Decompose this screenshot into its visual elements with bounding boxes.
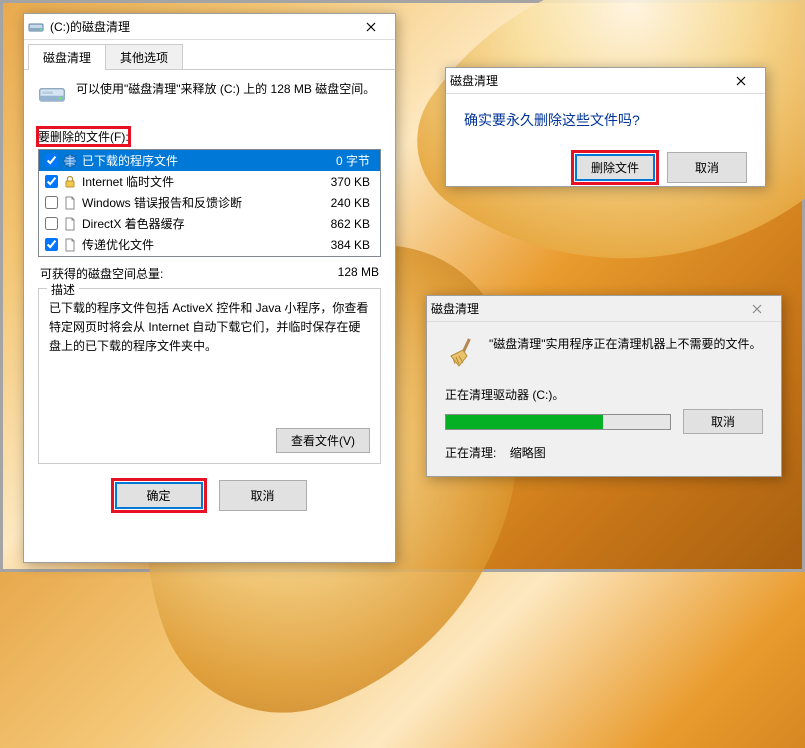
dialog-title: 磁盘清理 (431, 300, 737, 317)
drive-icon-small (28, 19, 44, 35)
file-icon (63, 196, 77, 210)
file-item[interactable]: 已下载的程序文件 0 字节 (39, 150, 380, 171)
file-label: Internet 临时文件 (82, 173, 326, 190)
file-checkbox[interactable] (45, 196, 58, 209)
file-icon (63, 217, 77, 231)
description-legend: 描述 (47, 281, 79, 298)
description-text: 已下载的程序文件包括 ActiveX 控件和 Java 小程序，你查看特定网页时… (49, 299, 370, 357)
titlebar: 磁盘清理 (427, 296, 781, 322)
titlebar: (C:)的磁盘清理 (24, 14, 395, 40)
file-size: 862 KB (331, 217, 374, 231)
description-group: 描述 已下载的程序文件包括 ActiveX 控件和 Java 小程序，你查看特定… (38, 288, 381, 464)
file-checkbox[interactable] (45, 154, 58, 167)
delete-files-button[interactable]: 删除文件 (575, 154, 655, 181)
progress-dialog: 磁盘清理 "磁盘清理"实用程序正在清理机器上不需要的文件。 正在清理驱动器 (C… (426, 295, 782, 477)
file-label: DirectX 着色器缓存 (82, 215, 326, 232)
file-label: 已下载的程序文件 (82, 152, 331, 169)
file-label: Windows 错误报告和反馈诊断 (82, 194, 326, 211)
window-title: (C:)的磁盘清理 (50, 18, 351, 35)
close-icon (752, 304, 762, 314)
status-prefix: 正在清理: (445, 446, 496, 460)
broom-icon (445, 336, 477, 368)
progress-bar (445, 414, 671, 430)
file-size: 240 KB (331, 196, 374, 210)
file-checkbox[interactable] (45, 217, 58, 230)
view-files-button[interactable]: 查看文件(V) (276, 428, 370, 453)
file-size: 384 KB (331, 238, 374, 252)
file-checkbox[interactable] (45, 175, 58, 188)
cancel-button[interactable]: 取消 (667, 152, 747, 183)
file-label: 传递优化文件 (82, 236, 326, 253)
cancel-button[interactable]: 取消 (683, 409, 763, 434)
progress-message: "磁盘清理"实用程序正在清理机器上不需要的文件。 (489, 336, 762, 353)
close-button[interactable] (737, 297, 777, 321)
total-label: 可获得的磁盘空间总量: (40, 265, 163, 282)
file-item[interactable]: DirectX 着色器缓存 862 KB (39, 213, 380, 234)
disk-cleanup-window: (C:)的磁盘清理 磁盘清理 其他选项 可以使用"磁盘清理"来释放 (C:) 上… (23, 13, 396, 563)
file-item[interactable]: Internet 临时文件 370 KB (39, 171, 380, 192)
close-icon (736, 76, 746, 86)
tab-row: 磁盘清理 其他选项 (24, 40, 395, 70)
lock-icon (63, 175, 77, 189)
close-icon (366, 22, 376, 32)
file-item[interactable]: Windows 错误报告和反馈诊断 240 KB (39, 192, 380, 213)
titlebar: 磁盘清理 (446, 68, 765, 94)
ok-button[interactable]: 确定 (115, 482, 203, 509)
file-icon (63, 238, 77, 252)
info-text: 可以使用"磁盘清理"来释放 (C:) 上的 128 MB 磁盘空间。 (76, 80, 375, 98)
tab-other-options[interactable]: 其他选项 (105, 44, 183, 69)
file-size: 0 字节 (336, 152, 374, 169)
drive-icon (38, 80, 66, 108)
total-value: 128 MB (338, 265, 379, 282)
confirm-dialog: 磁盘清理 确实要永久删除这些文件吗? 删除文件 取消 (445, 67, 766, 187)
dialog-title: 磁盘清理 (450, 72, 721, 89)
cleaning-drive-label: 正在清理驱动器 (C:)。 (445, 386, 763, 403)
cancel-button[interactable]: 取消 (219, 480, 307, 511)
globe-icon (63, 154, 77, 168)
status-line: 正在清理: 缩略图 (445, 444, 763, 461)
status-item: 缩略图 (510, 446, 546, 460)
close-button[interactable] (721, 69, 761, 93)
close-button[interactable] (351, 15, 391, 39)
file-item[interactable]: 传递优化文件 384 KB (39, 234, 380, 255)
tab-disk-cleanup[interactable]: 磁盘清理 (28, 44, 106, 69)
progress-fill (446, 415, 603, 429)
files-to-delete-label: 要删除的文件(F): (38, 128, 129, 145)
file-size: 370 KB (331, 175, 374, 189)
file-list[interactable]: 已下载的程序文件 0 字节 Internet 临时文件 370 KB Windows 错… (38, 149, 381, 257)
confirm-question: 确实要永久删除这些文件吗? (464, 110, 747, 130)
file-checkbox[interactable] (45, 238, 58, 251)
